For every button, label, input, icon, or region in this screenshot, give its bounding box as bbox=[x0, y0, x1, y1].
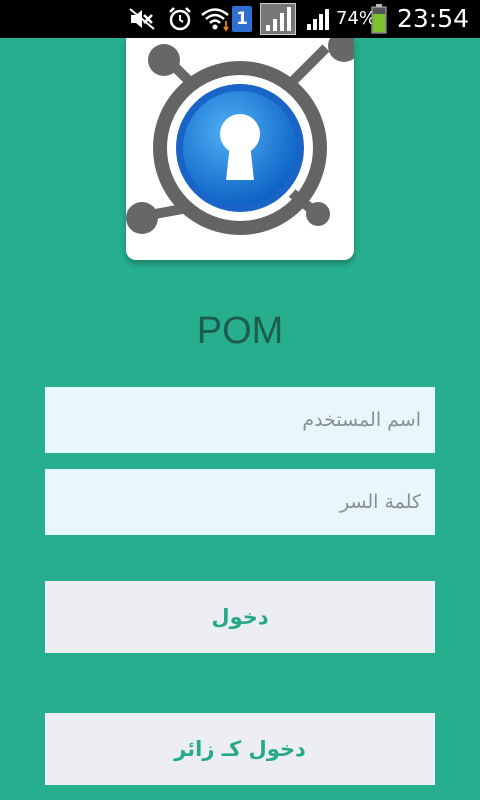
battery-percent: 74% bbox=[336, 8, 377, 29]
app-title: POM bbox=[196, 310, 284, 352]
app-logo bbox=[126, 38, 354, 260]
battery-icon bbox=[371, 4, 387, 34]
password-field[interactable] bbox=[45, 469, 435, 535]
guest-login-button-label: دخول كـ زائر bbox=[174, 737, 306, 761]
signal-icon bbox=[260, 3, 296, 35]
status-bar: 1 74% 23:54 bbox=[0, 0, 480, 38]
sim-slot-number: 1 bbox=[236, 9, 248, 29]
signal-strength-icon bbox=[304, 6, 334, 32]
keyhole-lock-icon bbox=[126, 38, 354, 235]
mute-icon bbox=[128, 6, 156, 32]
alarm-icon bbox=[166, 6, 194, 32]
login-button[interactable]: دخول bbox=[45, 581, 435, 653]
username-field[interactable] bbox=[45, 387, 435, 453]
sim-icon: 1 bbox=[232, 6, 252, 32]
login-button-label: دخول bbox=[211, 605, 269, 629]
guest-login-button[interactable]: دخول كـ زائر bbox=[45, 713, 435, 785]
status-time: 23:54 bbox=[397, 4, 470, 33]
wifi-icon bbox=[200, 6, 230, 32]
